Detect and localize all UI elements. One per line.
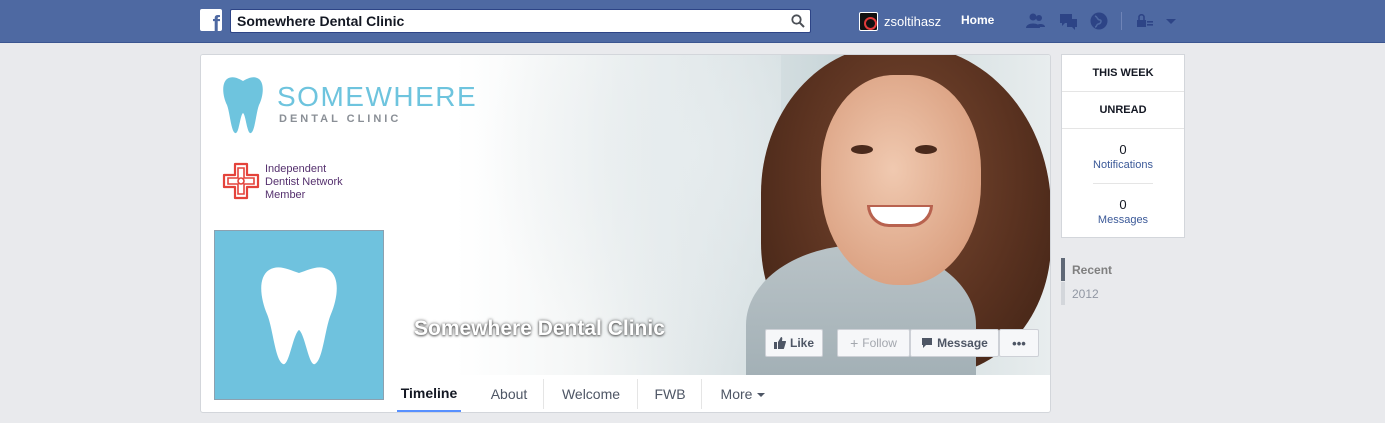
network-line-2: Dentist Network [265, 176, 343, 188]
follow-button[interactable]: + Follow [837, 329, 910, 357]
search-icon[interactable] [791, 14, 805, 28]
cover-eye-left [851, 145, 873, 154]
network-line-3: Member [265, 189, 306, 201]
profile-picture[interactable] [214, 230, 384, 400]
tab-timeline-label: Timeline [400, 384, 458, 401]
timeline-nav-2012[interactable]: 2012 [1061, 282, 1181, 305]
tab-about[interactable]: About [475, 375, 543, 412]
network-line-1: Independent [265, 163, 327, 175]
home-link[interactable]: Home [961, 13, 994, 27]
this-week-panel: THIS WEEK UNREAD 0 Notifications 0 Messa… [1061, 54, 1185, 238]
brand-name: SOMEWHERE [277, 81, 478, 112]
tab-welcome-label: Welcome [561, 386, 621, 402]
this-week-header[interactable]: THIS WEEK [1062, 55, 1184, 92]
user-profile-link[interactable]: zsoltihasz [859, 11, 941, 31]
page-header-card: SOMEWHERE DENTAL CLINIC Independent Dent… [200, 54, 1051, 413]
like-label: Like [789, 336, 814, 350]
message-button[interactable]: Message [910, 329, 999, 357]
friend-requests-icon[interactable] [1025, 11, 1045, 31]
notifications-count: 0 [1119, 141, 1127, 157]
brand-subtitle: DENTAL CLINIC [279, 113, 402, 125]
tab-about-label: About [490, 386, 528, 402]
chevron-down-icon [757, 393, 766, 397]
notifications-link[interactable]: Notifications [1093, 159, 1153, 171]
tooth-profile-icon [261, 267, 337, 365]
privacy-lock-icon[interactable] [1135, 11, 1155, 31]
top-bar: f zsoltihasz Home [0, 0, 1385, 43]
timeline-nav-recent[interactable]: Recent [1061, 258, 1181, 281]
tab-more-label: More [720, 386, 753, 402]
messages-stat[interactable]: 0 Messages [1062, 184, 1184, 238]
avatar [859, 11, 878, 31]
notifications-globe-icon[interactable] [1089, 11, 1109, 31]
dentist-network-logo-icon [222, 162, 260, 200]
messages-link[interactable]: Messages [1098, 214, 1148, 226]
search-box[interactable] [230, 9, 811, 33]
like-button[interactable]: Like [765, 329, 823, 357]
more-options-icon: ••• [1012, 335, 1026, 351]
tab-welcome[interactable]: Welcome [545, 375, 637, 412]
search-input[interactable] [237, 12, 777, 30]
message-bubble-icon [922, 338, 933, 348]
notifications-stat[interactable]: 0 Notifications [1062, 129, 1184, 183]
network-member-text: Independent Dentist Network Member [265, 163, 343, 202]
page-title[interactable]: Somewhere Dental Clinic [414, 317, 665, 341]
tab-more[interactable]: More [703, 375, 783, 412]
tab-timeline[interactable]: Timeline [397, 375, 461, 412]
messages-icon[interactable] [1058, 11, 1078, 31]
tab-separator [637, 379, 638, 409]
more-options-button[interactable]: ••• [999, 329, 1039, 357]
cover-face [821, 75, 981, 285]
tooth-logo-icon [223, 77, 263, 134]
timeline-year-nav: Recent 2012 [1061, 258, 1181, 306]
page-tabs: Timeline About Welcome FWB More [385, 375, 1050, 412]
tab-fwb-label: FWB [654, 386, 686, 402]
follow-label: Follow [862, 336, 897, 350]
thumbs-up-icon [773, 337, 786, 349]
facebook-logo-icon[interactable]: f [200, 9, 222, 31]
topbar-divider [1121, 12, 1122, 30]
settings-chevron-down-icon[interactable] [1161, 11, 1181, 31]
message-label: Message [937, 336, 988, 350]
messages-count: 0 [1119, 196, 1127, 212]
tab-separator [543, 379, 544, 409]
tab-fwb[interactable]: FWB [639, 375, 701, 412]
unread-header[interactable]: UNREAD [1062, 92, 1184, 129]
cover-eye-right [915, 145, 937, 154]
plus-icon: + [850, 335, 859, 351]
tab-separator [701, 379, 702, 409]
user-name: zsoltihasz [884, 13, 942, 29]
